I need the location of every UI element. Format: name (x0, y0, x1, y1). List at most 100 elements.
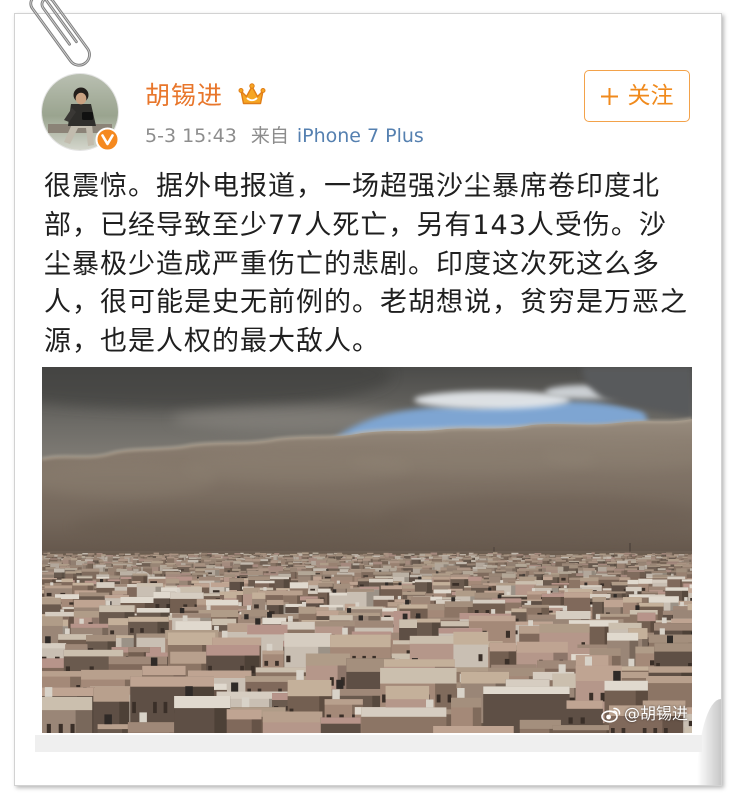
building-roof (330, 634, 391, 648)
building-roof (646, 676, 692, 684)
building (226, 709, 262, 733)
building-roof (606, 591, 628, 594)
building-roof (42, 671, 85, 677)
building-window (264, 660, 269, 666)
water-tank (500, 580, 504, 583)
building-roof (298, 606, 316, 614)
building-roof (347, 588, 375, 592)
building-window (110, 630, 115, 635)
building-roof (575, 655, 609, 666)
building-window (275, 660, 279, 666)
water-tank (584, 582, 588, 586)
building-roof (73, 611, 99, 618)
building-roof (648, 596, 679, 603)
building-roof (72, 582, 94, 586)
water-tank (397, 595, 402, 600)
building-window (155, 604, 160, 609)
building-roof (384, 659, 455, 667)
building-roof (444, 601, 477, 607)
crown-icon[interactable] (238, 82, 266, 108)
water-tank (661, 617, 667, 624)
building-window (589, 692, 594, 702)
water-tank (263, 587, 267, 591)
building-roof (555, 611, 591, 620)
building-window (548, 610, 553, 613)
building-roof (136, 583, 163, 587)
crown-jewel (238, 88, 244, 93)
water-tank (628, 658, 635, 667)
dust-shadow (382, 495, 692, 539)
building-roof (226, 709, 262, 720)
building-roof (86, 635, 116, 642)
water-tank (296, 670, 304, 680)
building-window (452, 583, 460, 586)
building-window (163, 701, 168, 714)
building-roof (564, 592, 590, 598)
water-tank (104, 714, 112, 725)
follow-button[interactable]: 关注 (584, 70, 690, 122)
building-roof (433, 589, 452, 594)
building-roof (255, 580, 275, 584)
building-window (580, 717, 585, 724)
post-photo[interactable]: @胡锡进 (42, 367, 692, 733)
building-roof (97, 724, 132, 730)
water-tank (667, 635, 673, 644)
water-tank (336, 679, 344, 689)
building-roof (687, 603, 692, 611)
water-tank (531, 588, 535, 592)
building-roof (511, 608, 527, 613)
water-tank (613, 594, 617, 598)
building-roof (96, 582, 115, 588)
building-window (561, 577, 566, 581)
building-roof (212, 637, 262, 646)
water-tank (358, 615, 363, 621)
building-roof (172, 613, 211, 618)
building-roof (432, 582, 451, 586)
water-tank (65, 628, 70, 635)
building-roof (333, 583, 351, 589)
building-roof (44, 585, 73, 589)
water-tank (50, 582, 54, 586)
water-tank (457, 688, 465, 698)
post-timestamp[interactable]: 5-3 15:43 (145, 125, 237, 147)
post-source-link[interactable]: iPhone 7 Plus (297, 125, 424, 147)
water-tank (563, 585, 567, 589)
building-shadow (251, 719, 262, 733)
water-tank (336, 580, 340, 584)
building-roof (287, 680, 332, 697)
water-tank (402, 613, 408, 620)
building-window (166, 604, 171, 609)
building-roof (414, 579, 432, 583)
building-roof (468, 615, 516, 622)
building-roof (551, 583, 572, 585)
water-tank (100, 579, 104, 583)
building-window (132, 701, 136, 714)
building-roof (505, 679, 550, 688)
water-tank (497, 594, 502, 599)
building-roof (591, 591, 607, 594)
water-tank (506, 591, 510, 595)
building-roof (369, 578, 394, 583)
building-roof (639, 602, 664, 607)
building-roof (252, 592, 266, 599)
building-roof (625, 586, 642, 592)
author-name[interactable]: 胡锡进 (145, 80, 223, 112)
water-tank (684, 597, 688, 601)
building-roof (638, 578, 653, 584)
water-tank (398, 582, 402, 586)
building-window (69, 602, 74, 605)
water-tank (106, 600, 111, 606)
sandstorm-scene (42, 367, 692, 733)
building (433, 726, 514, 733)
building-roof (170, 592, 204, 599)
building-roof (411, 596, 431, 604)
water-tank (416, 613, 421, 619)
water-tank (385, 582, 389, 586)
building-roof (681, 579, 692, 582)
avatar-face (75, 92, 87, 105)
crown-jewel (260, 88, 266, 93)
water-tank (302, 602, 307, 607)
building-roof (283, 590, 303, 596)
far-city-haze (42, 551, 692, 577)
building-roof (206, 599, 239, 606)
